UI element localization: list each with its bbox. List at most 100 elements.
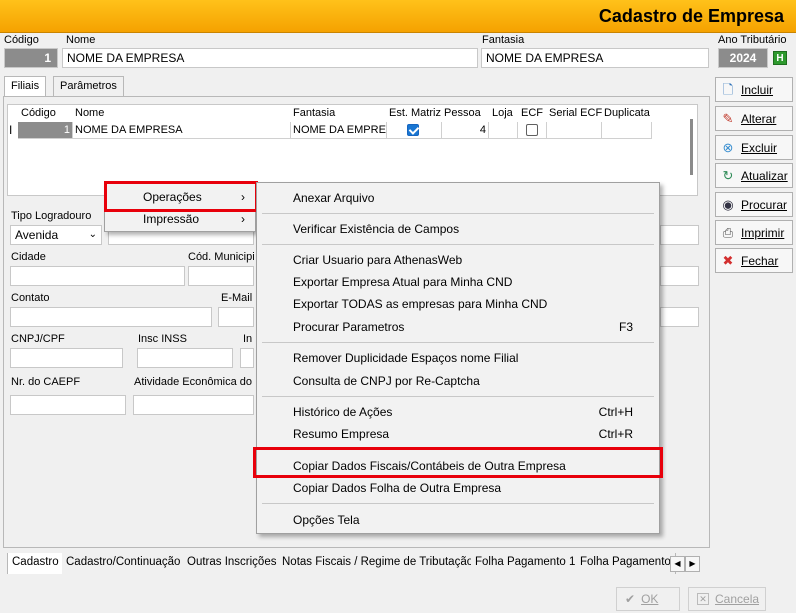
cell-fantasia[interactable]: NOME DA EMPRE xyxy=(291,122,387,139)
cell-loja[interactable] xyxy=(489,122,518,139)
cell-nome[interactable]: NOME DA EMPRESA xyxy=(73,122,291,139)
cnpj-field[interactable] xyxy=(10,348,123,368)
email-label: E-Mail xyxy=(221,292,253,304)
excluir-button[interactable]: ⊗ Excluir xyxy=(715,135,793,160)
tipo-logradouro-select[interactable]: Avenida ⌄ xyxy=(10,225,102,245)
email-field[interactable] xyxy=(218,307,254,327)
cancel-icon: ✕ xyxy=(697,593,709,605)
contato-extra-field[interactable] xyxy=(660,307,699,327)
nome-field[interactable]: NOME DA EMPRESA xyxy=(62,48,478,68)
codigo-field[interactable]: 1 xyxy=(4,48,58,68)
grid-scrollbar[interactable] xyxy=(690,119,693,175)
refresh-icon: ↻ xyxy=(722,167,734,183)
tab-cadastro-continuacao[interactable]: Cadastro/Continuação xyxy=(62,553,186,574)
nome-label: Nome xyxy=(66,34,96,46)
est-matriz-checkbox[interactable] xyxy=(407,124,419,136)
menu-item-remover-duplicidade[interactable]: Remover Duplicidade Espaços nome Filial xyxy=(257,347,659,369)
tab-folha-pagamento-1[interactable]: Folha Pagamento 1 xyxy=(471,553,581,574)
cidade-label: Cidade xyxy=(11,251,46,263)
tab-cadastro[interactable]: Cadastro xyxy=(7,553,64,574)
menu-separator xyxy=(262,213,654,214)
close-icon: ✖ xyxy=(722,252,734,268)
insc-inss-label: Insc INSS xyxy=(138,333,187,345)
incluir-button[interactable]: 🗋 Incluir xyxy=(715,77,793,102)
menu-item-exportar-empresa-atual[interactable]: Exportar Empresa Atual para Minha CND xyxy=(257,271,659,293)
insc-label: In xyxy=(243,333,253,345)
ecf-checkbox[interactable] xyxy=(526,124,538,136)
menu-item-procurar-parametros[interactable]: Procurar Parametros F3 xyxy=(257,316,659,338)
caepf-field[interactable] xyxy=(10,395,126,415)
ano-tributario-label: Ano Tributário xyxy=(718,34,787,46)
col-nome[interactable]: Nome xyxy=(75,107,104,119)
row-cursor-icon: I xyxy=(9,123,13,137)
col-duplicata[interactable]: Duplicata xyxy=(604,107,650,119)
col-loja[interactable]: Loja xyxy=(492,107,513,119)
menu-item-copiar-dados-folha[interactable]: Copiar Dados Folha de Outra Empresa xyxy=(257,477,659,499)
fantasia-label: Fantasia xyxy=(482,34,525,46)
atualizar-button[interactable]: ↻ Atualizar xyxy=(715,163,793,188)
atividade-economica-label: Atividade Econômica do xyxy=(134,376,253,388)
tipo-logradouro-label: Tipo Logradouro xyxy=(11,210,92,222)
cidade-extra-field[interactable] xyxy=(660,266,699,286)
menu-item-anexar-arquivo[interactable]: Anexar Arquivo xyxy=(257,187,659,209)
ano-tributario-field[interactable]: 2024 xyxy=(718,48,768,68)
cell-serial-ecf[interactable] xyxy=(547,122,602,139)
fechar-button[interactable]: ✖ Fechar xyxy=(715,248,793,273)
logradouro-extra-field[interactable] xyxy=(660,225,699,245)
cell-duplicata[interactable] xyxy=(602,122,652,139)
menu-item-historico-acoes[interactable]: Histórico de Ações Ctrl+H xyxy=(257,401,659,423)
col-serial-ecf[interactable]: Serial ECF xyxy=(549,107,602,119)
delete-icon: ⊗ xyxy=(722,139,734,155)
tab-scroll-right-icon[interactable]: ▶ xyxy=(685,556,700,572)
insc-inss-field[interactable] xyxy=(137,348,233,368)
col-pessoa[interactable]: Pessoa xyxy=(444,107,481,119)
tab-notas-fiscais[interactable]: Notas Fiscais / Regime de Tributação xyxy=(278,553,479,574)
cancel-button[interactable]: ✕ Cancela xyxy=(688,587,766,611)
menu-separator xyxy=(262,342,654,343)
alterar-button[interactable]: ✎ Alterar xyxy=(715,106,793,131)
cell-est-matriz[interactable] xyxy=(387,122,442,139)
highlight-operacoes xyxy=(104,181,258,212)
cod-municipio-field[interactable] xyxy=(188,266,254,286)
ok-button[interactable]: ✔ OK xyxy=(616,587,680,611)
cell-codigo[interactable]: 1 xyxy=(18,122,73,139)
window-title: Cadastro de Empresa xyxy=(598,6,784,26)
tipo-logradouro-value: Avenida xyxy=(15,228,59,242)
menu-item-resumo-empresa[interactable]: Resumo Empresa Ctrl+R xyxy=(257,423,659,445)
caepf-label: Nr. do CAEPF xyxy=(11,376,81,388)
highlight-copiar-dados-fiscais xyxy=(253,447,663,478)
document-icon: 🗋 xyxy=(722,81,734,97)
tab-folha-pagamento[interactable]: Folha Pagamento xyxy=(576,553,676,574)
cell-ecf[interactable] xyxy=(518,122,547,139)
operacoes-submenu: Anexar Arquivo Verificar Existência de C… xyxy=(256,182,660,534)
col-codigo[interactable]: Código xyxy=(21,107,56,119)
menu-separator xyxy=(262,396,654,397)
insc-field[interactable] xyxy=(240,348,254,368)
menu-item-opcoes-tela[interactable]: Opções Tela xyxy=(257,509,659,531)
imprimir-button[interactable]: ⎙ Imprimir xyxy=(715,220,793,245)
col-est-matriz[interactable]: Est. Matriz xyxy=(389,107,441,119)
menu-item-exportar-todas[interactable]: Exportar TODAS as empresas para Minha CN… xyxy=(257,293,659,315)
cell-pessoa[interactable]: 4 xyxy=(442,122,489,139)
menu-item-consulta-cnpj[interactable]: Consulta de CNPJ por Re-Captcha xyxy=(257,370,659,392)
tab-outras-inscricoes[interactable]: Outras Inscrições xyxy=(183,553,282,574)
col-fantasia[interactable]: Fantasia xyxy=(293,107,335,119)
menu-item-criar-usuario[interactable]: Criar Usuario para AthenasWeb xyxy=(257,249,659,271)
ano-tributario-button[interactable]: H xyxy=(773,51,787,65)
fantasia-field[interactable]: NOME DA EMPRESA xyxy=(481,48,709,68)
chevron-down-icon: ⌄ xyxy=(88,229,97,240)
contato-field[interactable] xyxy=(10,307,212,327)
cidade-field[interactable] xyxy=(10,266,185,286)
procurar-button[interactable]: ◉ Procurar xyxy=(715,192,793,217)
tab-filiais[interactable]: Filiais xyxy=(4,76,47,96)
check-icon: ✔ xyxy=(625,592,636,606)
menu-separator xyxy=(262,503,654,504)
tab-scroll-left-icon[interactable]: ◀ xyxy=(670,556,685,572)
menu-item-verificar-campos[interactable]: Verificar Existência de Campos xyxy=(257,218,659,240)
atividade-economica-field[interactable] xyxy=(133,395,254,415)
printer-icon: ⎙ xyxy=(722,224,734,240)
tab-parametros[interactable]: Parâmetros xyxy=(53,76,124,96)
menu-separator xyxy=(262,244,654,245)
col-ecf[interactable]: ECF xyxy=(521,107,543,119)
chevron-right-icon: › xyxy=(241,212,245,226)
